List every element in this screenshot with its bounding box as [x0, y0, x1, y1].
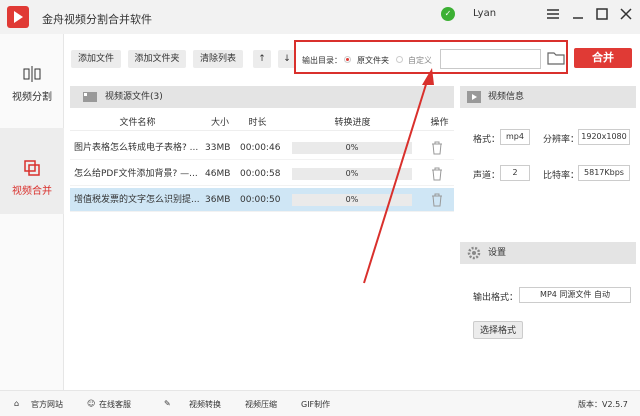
- choose-format-button[interactable]: 选择格式: [473, 321, 523, 339]
- gear-icon: [467, 246, 481, 260]
- app-title: 金舟视频分割合并软件: [42, 13, 152, 26]
- radio-source-folder[interactable]: [344, 56, 351, 63]
- resolution-value: 1920x1080: [578, 129, 630, 145]
- website-link[interactable]: 官方网站: [31, 399, 63, 410]
- version-text: 版本：V2.5.7: [578, 400, 628, 409]
- compress-link[interactable]: 视频压缩: [245, 399, 277, 410]
- progress-bar: 0%: [292, 142, 412, 154]
- trash-icon[interactable]: [431, 193, 443, 207]
- col-progress: 转换进度: [334, 118, 371, 128]
- file-size: 36MB: [205, 195, 231, 205]
- support-icon: ☺: [87, 399, 96, 408]
- table-header: 文件名称 大小 时长 转换进度 操作: [70, 115, 454, 131]
- video-info-header: 视频信息: [460, 86, 636, 108]
- output-format-value[interactable]: MP4 同源文件 自动: [519, 287, 631, 303]
- resolution-label: 分辨率：: [543, 135, 580, 145]
- col-size: 大小: [210, 118, 229, 128]
- bitrate-value: 5817Kbps: [578, 165, 630, 181]
- clear-list-button[interactable]: 清除列表: [193, 50, 243, 68]
- home-icon: ⌂: [14, 399, 20, 408]
- arrow-down-icon: ↓: [283, 54, 291, 64]
- file-name: 增值税发票的文字怎么识别提...: [74, 195, 200, 205]
- file-duration: 00:00:50: [240, 195, 281, 205]
- file-name: 怎么给PDF文件添加背景? —...: [74, 169, 198, 179]
- arrow-up-icon: ↑: [258, 54, 266, 64]
- bottom-bar: ⌂ 官方网站 ☺ 在线客服 ✎ 视频转换 视频压缩 GIF制作 版本：V2.5.…: [0, 390, 640, 416]
- trash-icon[interactable]: [431, 141, 443, 155]
- sidebar-item-merge[interactable]: 视频合并: [0, 128, 64, 214]
- col-action: 操作: [430, 118, 449, 128]
- menu-icon[interactable]: [545, 6, 561, 22]
- format-label: 格式：: [473, 135, 501, 145]
- add-file-button[interactable]: 添加文件: [71, 50, 121, 68]
- maximize-icon[interactable]: [594, 6, 610, 22]
- opt-custom-label: 自定义: [408, 56, 432, 65]
- table-row[interactable]: 增值税发票的文字怎么识别提... 36MB 00:00:50 0%: [70, 188, 454, 212]
- merge-icon: [24, 160, 40, 176]
- convert-icon: ✎: [164, 399, 171, 408]
- wechat-icon: ✓: [441, 7, 455, 21]
- user-name[interactable]: Lyan: [473, 8, 496, 19]
- merge-button[interactable]: 合并: [574, 48, 632, 68]
- sidebar-item-split[interactable]: 视频分割: [0, 34, 64, 120]
- table-row[interactable]: 图片表格怎么转成电子表格? ... 33MB 00:00:46 0%: [70, 136, 454, 160]
- file-list-title: 视频源文件(3): [105, 92, 163, 102]
- support-link[interactable]: 在线客服: [99, 399, 131, 410]
- progress-bar: 0%: [292, 194, 412, 206]
- app-logo-icon: [7, 6, 29, 28]
- file-list-header: 视频源文件(3): [70, 86, 454, 108]
- close-icon[interactable]: [618, 6, 634, 22]
- file-size: 33MB: [205, 143, 231, 153]
- table-row[interactable]: 怎么给PDF文件添加背景? —... 46MB 00:00:58 0%: [70, 162, 454, 186]
- video-file-icon: [83, 92, 97, 102]
- move-up-button[interactable]: ↑: [253, 50, 271, 68]
- sidebar: 视频分割 视频合并: [0, 34, 64, 390]
- split-icon: [23, 66, 41, 82]
- format-value: mp4: [500, 129, 530, 145]
- file-duration: 00:00:58: [240, 169, 281, 179]
- video-info-title: 视频信息: [488, 92, 525, 102]
- gif-link[interactable]: GIF制作: [301, 399, 330, 410]
- settings-header: 设置: [460, 242, 636, 264]
- file-name: 图片表格怎么转成电子表格? ...: [74, 143, 199, 153]
- progress-bar: 0%: [292, 168, 412, 180]
- sidebar-item-label: 视频分割: [12, 92, 52, 103]
- sidebar-item-label: 视频合并: [12, 186, 52, 197]
- radio-custom[interactable]: [396, 56, 403, 63]
- output-format-label: 输出格式：: [473, 293, 519, 303]
- col-name: 文件名称: [119, 118, 156, 128]
- trash-icon[interactable]: [431, 167, 443, 181]
- output-dir-label: 输出目录：: [302, 56, 342, 65]
- title-bar: 金舟视频分割合并软件 ✓ Lyan: [0, 0, 640, 34]
- output-path-input[interactable]: [440, 49, 541, 69]
- minimize-icon[interactable]: [570, 6, 586, 22]
- settings-title: 设置: [488, 248, 507, 258]
- file-duration: 00:00:46: [240, 143, 281, 153]
- video-info-icon: [467, 91, 481, 103]
- col-duration: 时长: [248, 118, 267, 128]
- channel-label: 声道：: [473, 171, 501, 181]
- add-folder-button[interactable]: 添加文件夹: [128, 50, 186, 68]
- opt-source-label: 原文件夹: [357, 56, 389, 65]
- channel-value: 2: [500, 165, 530, 181]
- folder-open-icon[interactable]: [547, 51, 565, 65]
- convert-link[interactable]: 视频转换: [189, 399, 221, 410]
- bitrate-label: 比特率：: [543, 171, 580, 181]
- file-size: 46MB: [205, 169, 231, 179]
